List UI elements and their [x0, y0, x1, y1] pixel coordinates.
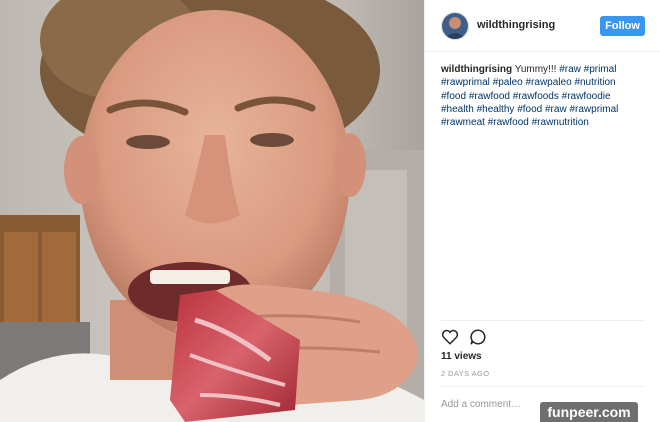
- hashtag[interactable]: #rawprimal: [441, 77, 490, 88]
- hashtag[interactable]: #food: [517, 104, 542, 115]
- hashtag[interactable]: #rawprimal: [569, 104, 618, 115]
- hashtag[interactable]: #rawfoods: [513, 91, 559, 102]
- hashtag[interactable]: #rawnutrition: [532, 117, 589, 128]
- hashtag[interactable]: #paleo: [493, 77, 523, 88]
- hashtag[interactable]: #rawfood: [488, 117, 529, 128]
- follow-button[interactable]: Follow: [600, 16, 645, 36]
- avatar[interactable]: [441, 12, 469, 40]
- hashtag[interactable]: #primal: [584, 64, 617, 75]
- caption-username[interactable]: wildthingrising: [441, 64, 512, 75]
- comment-divider: [441, 386, 645, 387]
- hashtag[interactable]: #rawpaleo: [526, 77, 572, 88]
- avatar-image: [442, 13, 468, 39]
- hashtag[interactable]: #healthy: [477, 104, 515, 115]
- hashtag[interactable]: #food: [441, 91, 466, 102]
- post-photo[interactable]: [0, 0, 424, 422]
- post-timestamp: 2 DAYS AGO: [441, 369, 490, 378]
- hashtag[interactable]: #nutrition: [574, 77, 615, 88]
- hashtag[interactable]: #rawmeat: [441, 117, 485, 128]
- hashtag[interactable]: #rawfoodie: [562, 91, 611, 102]
- hashtag[interactable]: #health: [441, 104, 474, 115]
- actions-divider: [441, 320, 645, 321]
- post-header: wildthingrising Follow: [425, 0, 660, 52]
- photo-illustration: [0, 0, 424, 422]
- hashtag[interactable]: #raw: [559, 64, 581, 75]
- post-author-username[interactable]: wildthingrising: [477, 19, 555, 31]
- hashtag[interactable]: #rawfood: [469, 91, 510, 102]
- post-details-panel: wildthingrising Follow wildthingrising Y…: [424, 0, 660, 422]
- heart-icon[interactable]: [441, 328, 459, 346]
- hashtag[interactable]: #raw: [545, 104, 567, 115]
- post-caption: wildthingrising Yummy!!! #raw #primal #r…: [441, 63, 641, 129]
- view-count[interactable]: 11 views: [441, 351, 482, 362]
- caption-text: Yummy!!!: [514, 64, 557, 75]
- comment-icon[interactable]: [469, 328, 487, 346]
- watermark: funpeer.com: [540, 402, 638, 422]
